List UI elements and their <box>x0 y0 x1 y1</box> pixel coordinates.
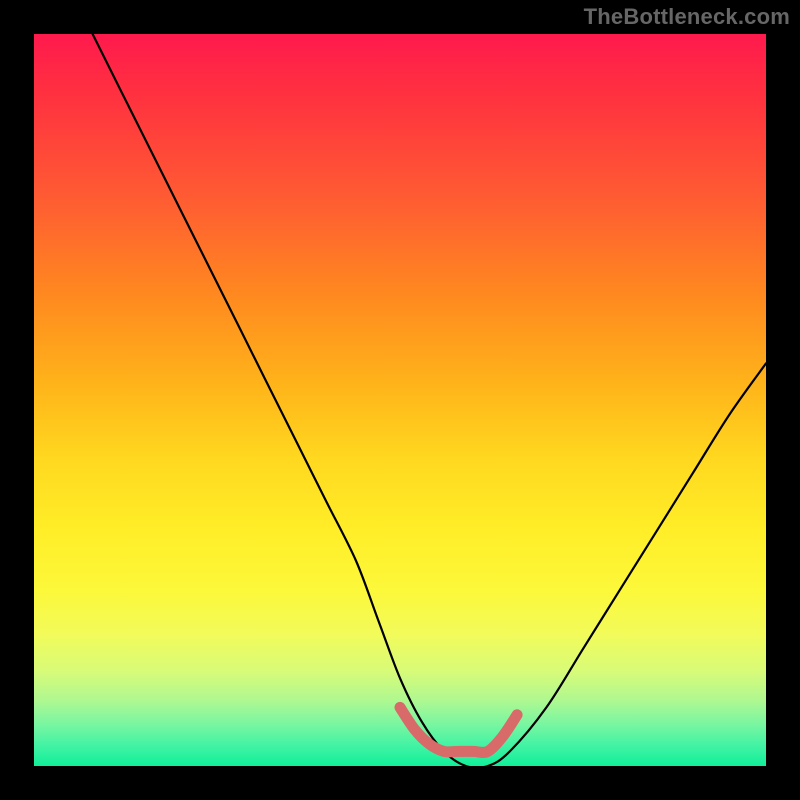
chart-area <box>34 34 766 766</box>
bottleneck-curve <box>93 34 766 766</box>
watermark-text: TheBottleneck.com <box>584 4 790 30</box>
chart-svg <box>34 34 766 766</box>
